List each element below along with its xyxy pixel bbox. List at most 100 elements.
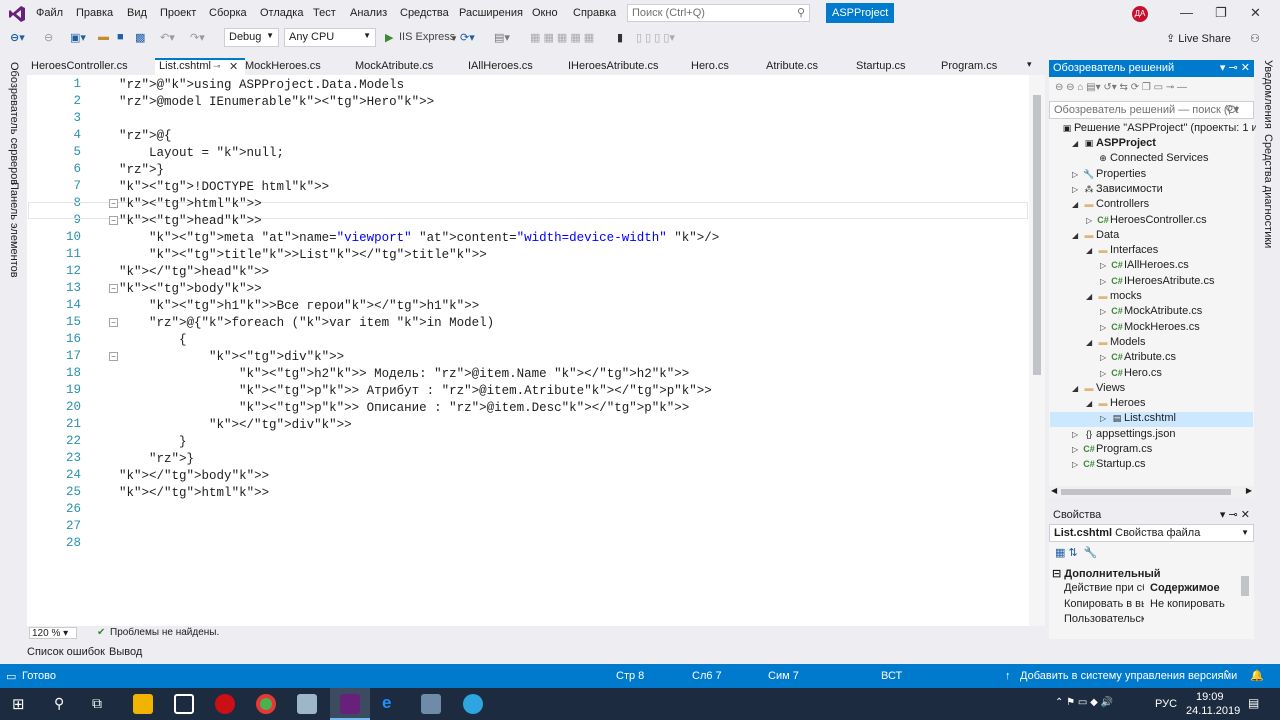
tree-item[interactable]: ◢ ▬ Data [1072, 228, 1119, 243]
tree-item[interactable]: ▷ C#HeroesController.cs [1086, 213, 1207, 228]
code-line[interactable]: "k"><"tg">p"k">> Атрибут : "rz">@item.At… [119, 383, 712, 400]
tab-mockatribute[interactable]: MockAtribute.cs [351, 58, 437, 75]
collapsed-arrow-icon[interactable]: ▷ [1100, 320, 1110, 335]
code-line[interactable]: "rz">} [119, 451, 194, 468]
tab-program[interactable]: Program.cs [937, 58, 1001, 75]
app-icon[interactable] [174, 694, 194, 714]
scrollbar-thumb[interactable] [1241, 576, 1249, 596]
telegram-icon[interactable] [463, 694, 483, 714]
code-line[interactable]: "k"></"tg">div"k">> [119, 417, 352, 434]
refresh-icon[interactable]: ⟳▾ [460, 31, 475, 44]
chrome-icon[interactable] [256, 694, 276, 714]
properties-object-selector[interactable]: List.cshtml Свойства файла ▼ [1049, 524, 1254, 542]
menu-extensions[interactable]: Расширения [459, 7, 523, 19]
menu-build[interactable]: Сборка [209, 7, 247, 19]
code-line[interactable]: "k"></"tg">html"k">> [119, 485, 269, 502]
code-line[interactable]: "k"></"tg">body"k">> [119, 468, 269, 485]
tree-item[interactable]: ◢ ▬ Interfaces [1086, 243, 1158, 258]
tab-diagnostic-tools[interactable]: Средства диагностики [1262, 134, 1274, 248]
solution-search-input[interactable]: Обозреватель решений — поиск (Ct ⚲▾ [1049, 101, 1254, 119]
code-line[interactable]: { [119, 332, 187, 349]
code-editor[interactable]: 1 2 3 4 5 6 7 8 9 10 11 12 13 14 15 16 17 18 19 20 21 22 23 24 2… [27, 75, 1045, 626]
tree-item[interactable]: ▷ C#Atribute.cs [1100, 350, 1176, 365]
expanded-arrow-icon[interactable]: ◢ [1086, 335, 1096, 350]
collapsed-arrow-icon[interactable]: ▷ [1100, 274, 1110, 289]
properties-toolbar[interactable]: ▦ ⇅ 🔧 [1055, 546, 1097, 559]
tab-toolbox[interactable]: Панель элементов [8, 182, 20, 278]
expanded-arrow-icon[interactable]: ◢ [1072, 381, 1082, 396]
new-project-icon[interactable]: ▣▾ [70, 31, 86, 44]
menu-test[interactable]: Тест [313, 7, 336, 19]
notification-bell-icon[interactable]: 🔔 [1250, 669, 1264, 682]
language-indicator[interactable]: РУС [1155, 698, 1177, 710]
menu-file[interactable]: Файл [36, 7, 63, 19]
tab-iheroesatribute[interactable]: IHeroesAtribute.cs [564, 58, 662, 75]
tree-item[interactable]: ◢ ▬ Controllers [1072, 197, 1149, 212]
browser-link-icon[interactable]: ▤▾ [494, 31, 510, 44]
menu-analyze[interactable]: Анализ [350, 7, 387, 19]
code-line[interactable]: "k"><"tg">meta "at">name="viewport" "at"… [119, 230, 719, 247]
collapsed-arrow-icon[interactable]: ▷ [1072, 427, 1082, 442]
fold-toggle-icon[interactable]: − [109, 284, 118, 293]
code-line[interactable]: "k"><"tg">h2"k">> Модель: "rz">@item.Nam… [119, 366, 689, 383]
live-share-button[interactable]: ⇪ Live Share [1166, 32, 1231, 45]
menu-window[interactable]: Окно [532, 7, 558, 19]
chevron-down-icon[interactable]: ▼ [450, 34, 458, 43]
menu-help[interactable]: Справка [573, 7, 616, 19]
code-line[interactable]: "rz">@model IEnumerable"k"><"tg">Hero"k"… [119, 94, 434, 111]
panel-controls-icon[interactable]: ▾ ⊸ ✕ [1220, 508, 1250, 521]
collapsed-arrow-icon[interactable]: ▷ [1072, 182, 1082, 197]
chevron-up-icon[interactable]: ⌃ [1222, 668, 1231, 681]
tree-item[interactable]: ▷ C#MockAtribute.cs [1100, 304, 1202, 319]
code-line[interactable]: "k"><"tg">body"k">> [119, 281, 262, 298]
expanded-arrow-icon[interactable]: ◢ [1072, 197, 1082, 212]
code-line[interactable]: } [119, 434, 187, 451]
opera-icon[interactable] [215, 694, 235, 714]
search-input[interactable]: Поиск (Ctrl+Q) ⚲ [627, 4, 810, 22]
collapsed-arrow-icon[interactable]: ▷ [1100, 411, 1110, 426]
collapsed-arrow-icon[interactable]: ▷ [1072, 457, 1082, 472]
collapsed-arrow-icon[interactable]: ▷ [1086, 213, 1096, 228]
solution-hscroll[interactable]: ◀ ▶ [1049, 486, 1254, 498]
feedback-icon[interactable]: ⚇ [1250, 32, 1260, 45]
code-line[interactable]: "k"><"tg">p"k">> Описание : "rz">@item.D… [119, 400, 689, 417]
expanded-arrow-icon[interactable]: ◢ [1072, 136, 1082, 151]
tree-item[interactable]: ◢ ▬ Heroes [1086, 396, 1145, 411]
code-line[interactable]: "k"><"tg">title"k">>List"k"></"tg">title… [119, 247, 487, 264]
menu-debug[interactable]: Отладка [260, 7, 303, 19]
menu-view[interactable]: Вид [127, 7, 147, 19]
solution-explorer-toolbar[interactable]: ⊖ ⊖ ⌂ ▤▾ ↺▾ ⇆ ⟳ ❐ ▭ ⊸ — [1055, 82, 1187, 93]
config-dropdown[interactable]: Debug ▼ [224, 28, 279, 47]
file-explorer-icon[interactable] [133, 694, 153, 714]
windows-start-icon[interactable]: ⊞ [12, 695, 25, 713]
add-to-source-control-button[interactable]: Добавить в систему управления версиями [1020, 670, 1237, 682]
fold-toggle-icon[interactable]: − [109, 216, 118, 225]
app-icon[interactable] [421, 694, 441, 714]
property-value[interactable]: Не копировать [1150, 598, 1225, 610]
tree-item[interactable]: ⊕ Connected Services [1086, 151, 1208, 166]
app-icon[interactable] [297, 694, 317, 714]
tab-iallheroes[interactable]: IAllHeroes.cs [464, 58, 537, 75]
menu-tools[interactable]: Средства [400, 7, 449, 19]
forward-icon[interactable]: ⊖ [44, 31, 53, 44]
expanded-arrow-icon[interactable]: ◢ [1086, 243, 1096, 258]
restore-icon[interactable]: ❐ [1215, 5, 1227, 21]
platform-dropdown[interactable]: Any CPU ▼ [284, 28, 376, 47]
tree-item[interactable]: ▷{} appsettings.json [1072, 427, 1176, 442]
tab-hero[interactable]: Hero.cs [687, 58, 733, 75]
collapsed-arrow-icon[interactable]: ▷ [1100, 366, 1110, 381]
menu-project[interactable]: Проект [160, 7, 196, 19]
expanded-arrow-icon[interactable]: ◢ [1086, 289, 1096, 304]
issues-status[interactable]: Проблемы не найдены. [110, 627, 219, 638]
zoom-dropdown[interactable]: 120 % ▾ [29, 627, 77, 639]
fold-toggle-icon[interactable]: − [109, 199, 118, 208]
code-line[interactable]: "k"><"tg">head"k">> [119, 213, 262, 230]
code-line[interactable]: "k"><"tg">div"k">> [119, 349, 344, 366]
tree-item[interactable]: ▷ ▤ List.cshtml [1100, 411, 1176, 426]
expanded-arrow-icon[interactable]: ◢ [1086, 396, 1096, 411]
panel-controls-icon[interactable]: ▾ ⊸ ✕ [1220, 61, 1250, 74]
back-icon[interactable]: ⊖▾ [10, 31, 25, 44]
action-center-icon[interactable]: ▤ [1248, 696, 1259, 710]
tab-notifications[interactable]: Уведомления [1262, 60, 1274, 129]
code-line[interactable]: "rz">} [119, 162, 164, 179]
